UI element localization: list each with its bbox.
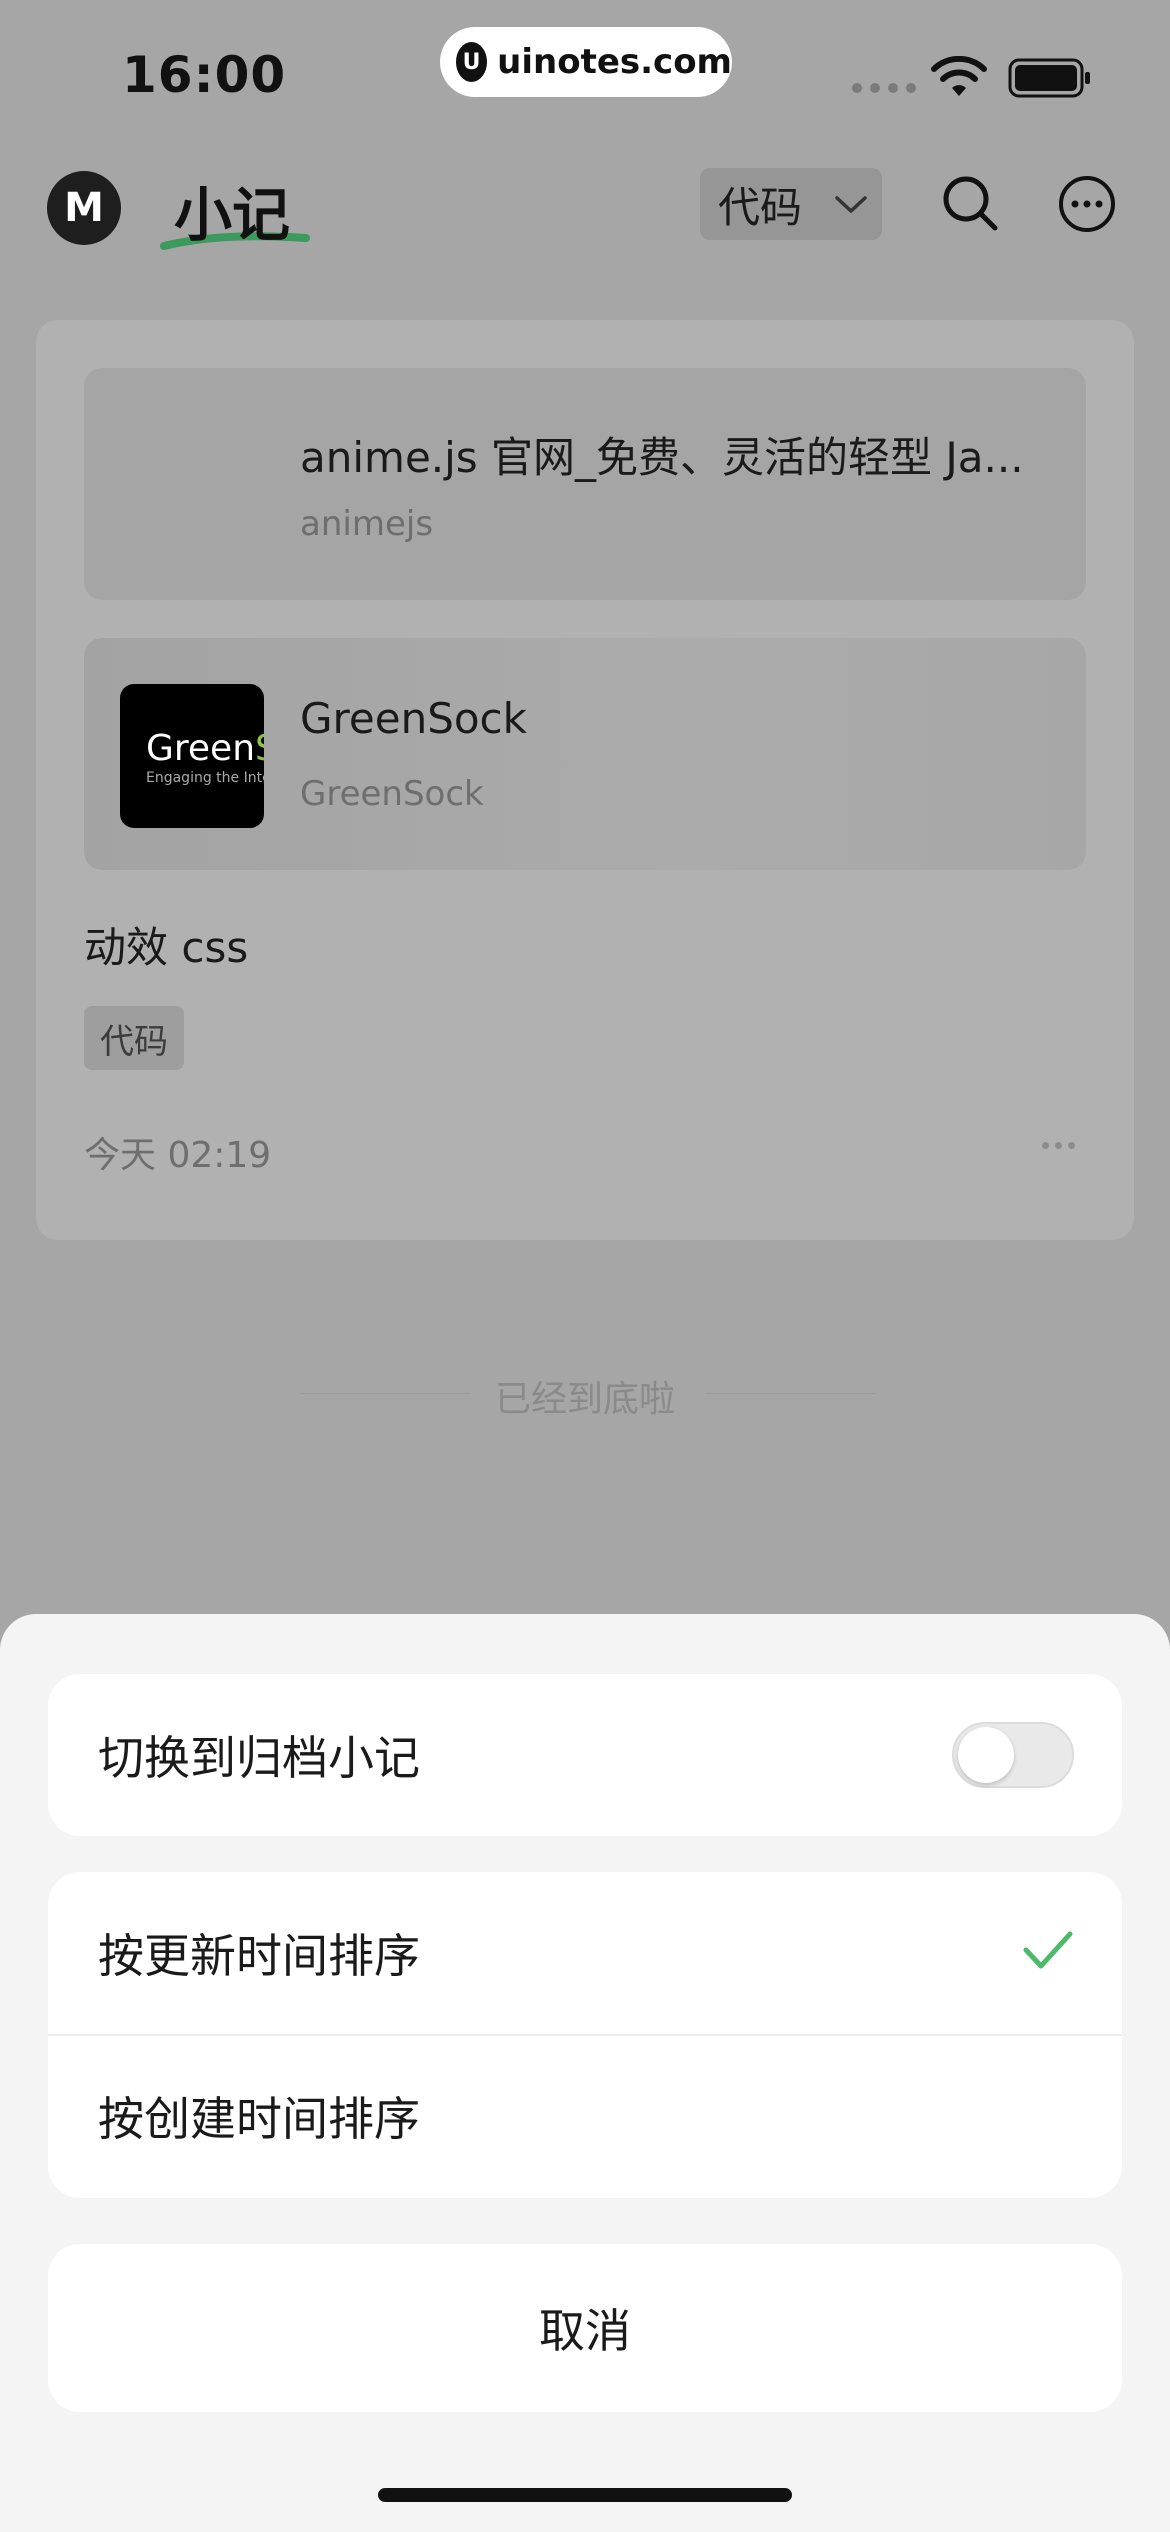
- watermark-logo-icon: U: [456, 42, 488, 82]
- options-bottom-sheet: 切换到归档小记 按更新时间排序 按创建时间排序 取消: [0, 1614, 1170, 2532]
- archive-group: 切换到归档小记: [48, 1674, 1122, 1836]
- watermark-text: uinotes.com: [497, 42, 732, 82]
- archive-toggle-label: 切换到归档小记: [98, 1731, 420, 1785]
- search-icon[interactable]: [940, 173, 1000, 233]
- screen: 16:00 U uinotes.com M 小记 代码 anime.js 官网_…: [0, 0, 1170, 2532]
- link-source: GreenSock: [300, 774, 484, 814]
- sort-option-updated[interactable]: 按更新时间排序: [48, 1872, 1122, 2034]
- status-time: 16:00: [122, 46, 287, 104]
- archive-toggle-row[interactable]: 切换到归档小记: [48, 1674, 1122, 1836]
- link-thumbnail: GreenSo Engaging the Interne: [120, 684, 264, 828]
- status-bar: 16:00 U uinotes.com: [0, 0, 1170, 140]
- toggle-knob: [958, 1727, 1014, 1783]
- more-icon[interactable]: [1058, 175, 1116, 233]
- note-tag[interactable]: 代码: [84, 1006, 184, 1070]
- link-card[interactable]: GreenSo Engaging the Interne GreenSock G…: [84, 638, 1086, 870]
- sort-option-label: 按更新时间排序: [98, 1929, 420, 1983]
- note-more-icon[interactable]: [1042, 1142, 1075, 1149]
- chevron-down-icon: [835, 196, 867, 213]
- checkmark-icon: [1023, 1931, 1073, 1969]
- link-source: animejs: [300, 504, 434, 544]
- link-title: anime.js 官网_免费、灵活的轻型 Ja...: [300, 433, 1024, 482]
- note-text: 动效 css: [84, 923, 249, 972]
- cancel-group: 取消: [48, 2244, 1122, 2412]
- cancel-button[interactable]: 取消: [48, 2244, 1122, 2412]
- category-filter-label: 代码: [718, 182, 803, 232]
- divider: [706, 1393, 876, 1394]
- category-filter-button[interactable]: 代码: [700, 168, 882, 240]
- note-date: 今天 02:19: [84, 1135, 272, 1176]
- thumbnail-logo-text: GreenSo: [146, 728, 264, 769]
- link-title: GreenSock: [300, 694, 527, 743]
- archive-toggle-switch[interactable]: [952, 1722, 1074, 1788]
- sort-option-label: 按创建时间排序: [98, 2092, 420, 2146]
- watermark-pill: U uinotes.com: [440, 27, 732, 97]
- app-logo[interactable]: M: [47, 171, 121, 245]
- cellular-signal-icon: [852, 83, 916, 93]
- battery-icon: [1008, 58, 1090, 98]
- note-card[interactable]: anime.js 官网_免费、灵活的轻型 Ja... animejs Green…: [36, 320, 1134, 1240]
- page-title: 小记: [174, 181, 291, 249]
- home-indicator[interactable]: [378, 2488, 792, 2502]
- app-header: M 小记 代码: [0, 150, 1170, 260]
- list-end-label: 已经到底啦: [494, 1379, 675, 1420]
- sort-options-group: 按更新时间排序 按创建时间排序: [48, 1872, 1122, 2198]
- sort-option-created[interactable]: 按创建时间排序: [48, 2034, 1122, 2196]
- link-card[interactable]: anime.js 官网_免费、灵活的轻型 Ja... animejs: [84, 368, 1086, 600]
- thumbnail-subtext: Engaging the Interne: [146, 770, 264, 786]
- wifi-icon: [931, 56, 987, 96]
